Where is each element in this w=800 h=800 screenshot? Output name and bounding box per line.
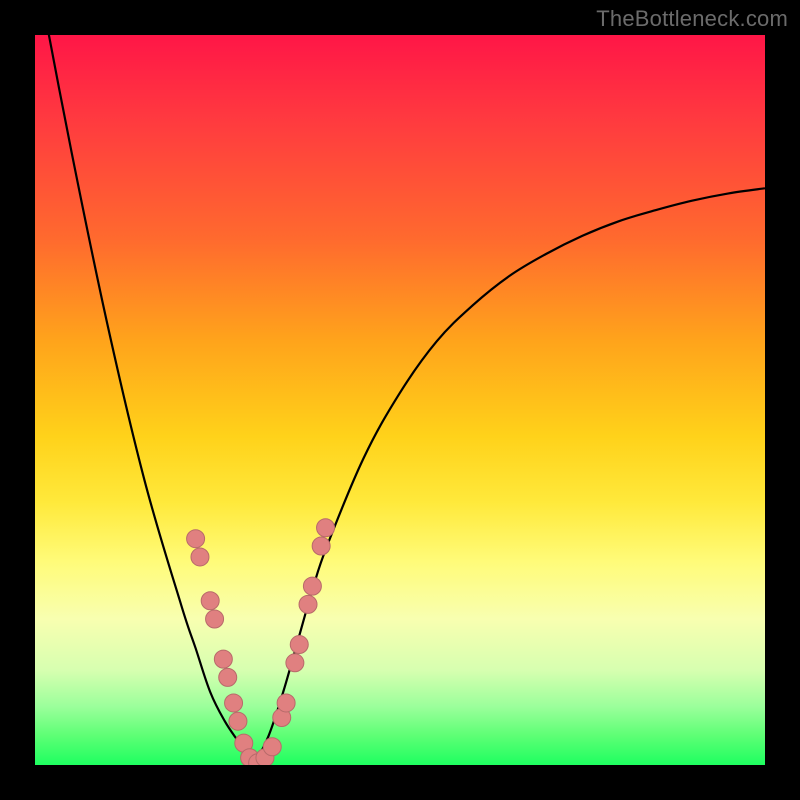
highlight-dot (201, 592, 219, 610)
highlight-dot (206, 610, 224, 628)
highlight-dot (229, 712, 247, 730)
highlight-dot (290, 636, 308, 654)
highlight-dot (225, 694, 243, 712)
highlight-dot (317, 519, 335, 537)
image-frame: TheBottleneck.com (0, 0, 800, 800)
plot-gradient-area (35, 35, 765, 765)
highlight-dot (286, 654, 304, 672)
highlight-dot (303, 577, 321, 595)
curve-right-branch (254, 188, 765, 765)
bottleneck-curve-svg (35, 35, 765, 765)
highlight-dot (277, 694, 295, 712)
highlight-dot (187, 530, 205, 548)
highlight-dot-group (187, 519, 335, 765)
highlight-dot (263, 738, 281, 756)
highlight-dot (214, 650, 232, 668)
highlight-dot (299, 595, 317, 613)
highlight-dot (219, 668, 237, 686)
highlight-dot (312, 537, 330, 555)
watermark-text: TheBottleneck.com (596, 6, 788, 32)
highlight-dot (191, 548, 209, 566)
